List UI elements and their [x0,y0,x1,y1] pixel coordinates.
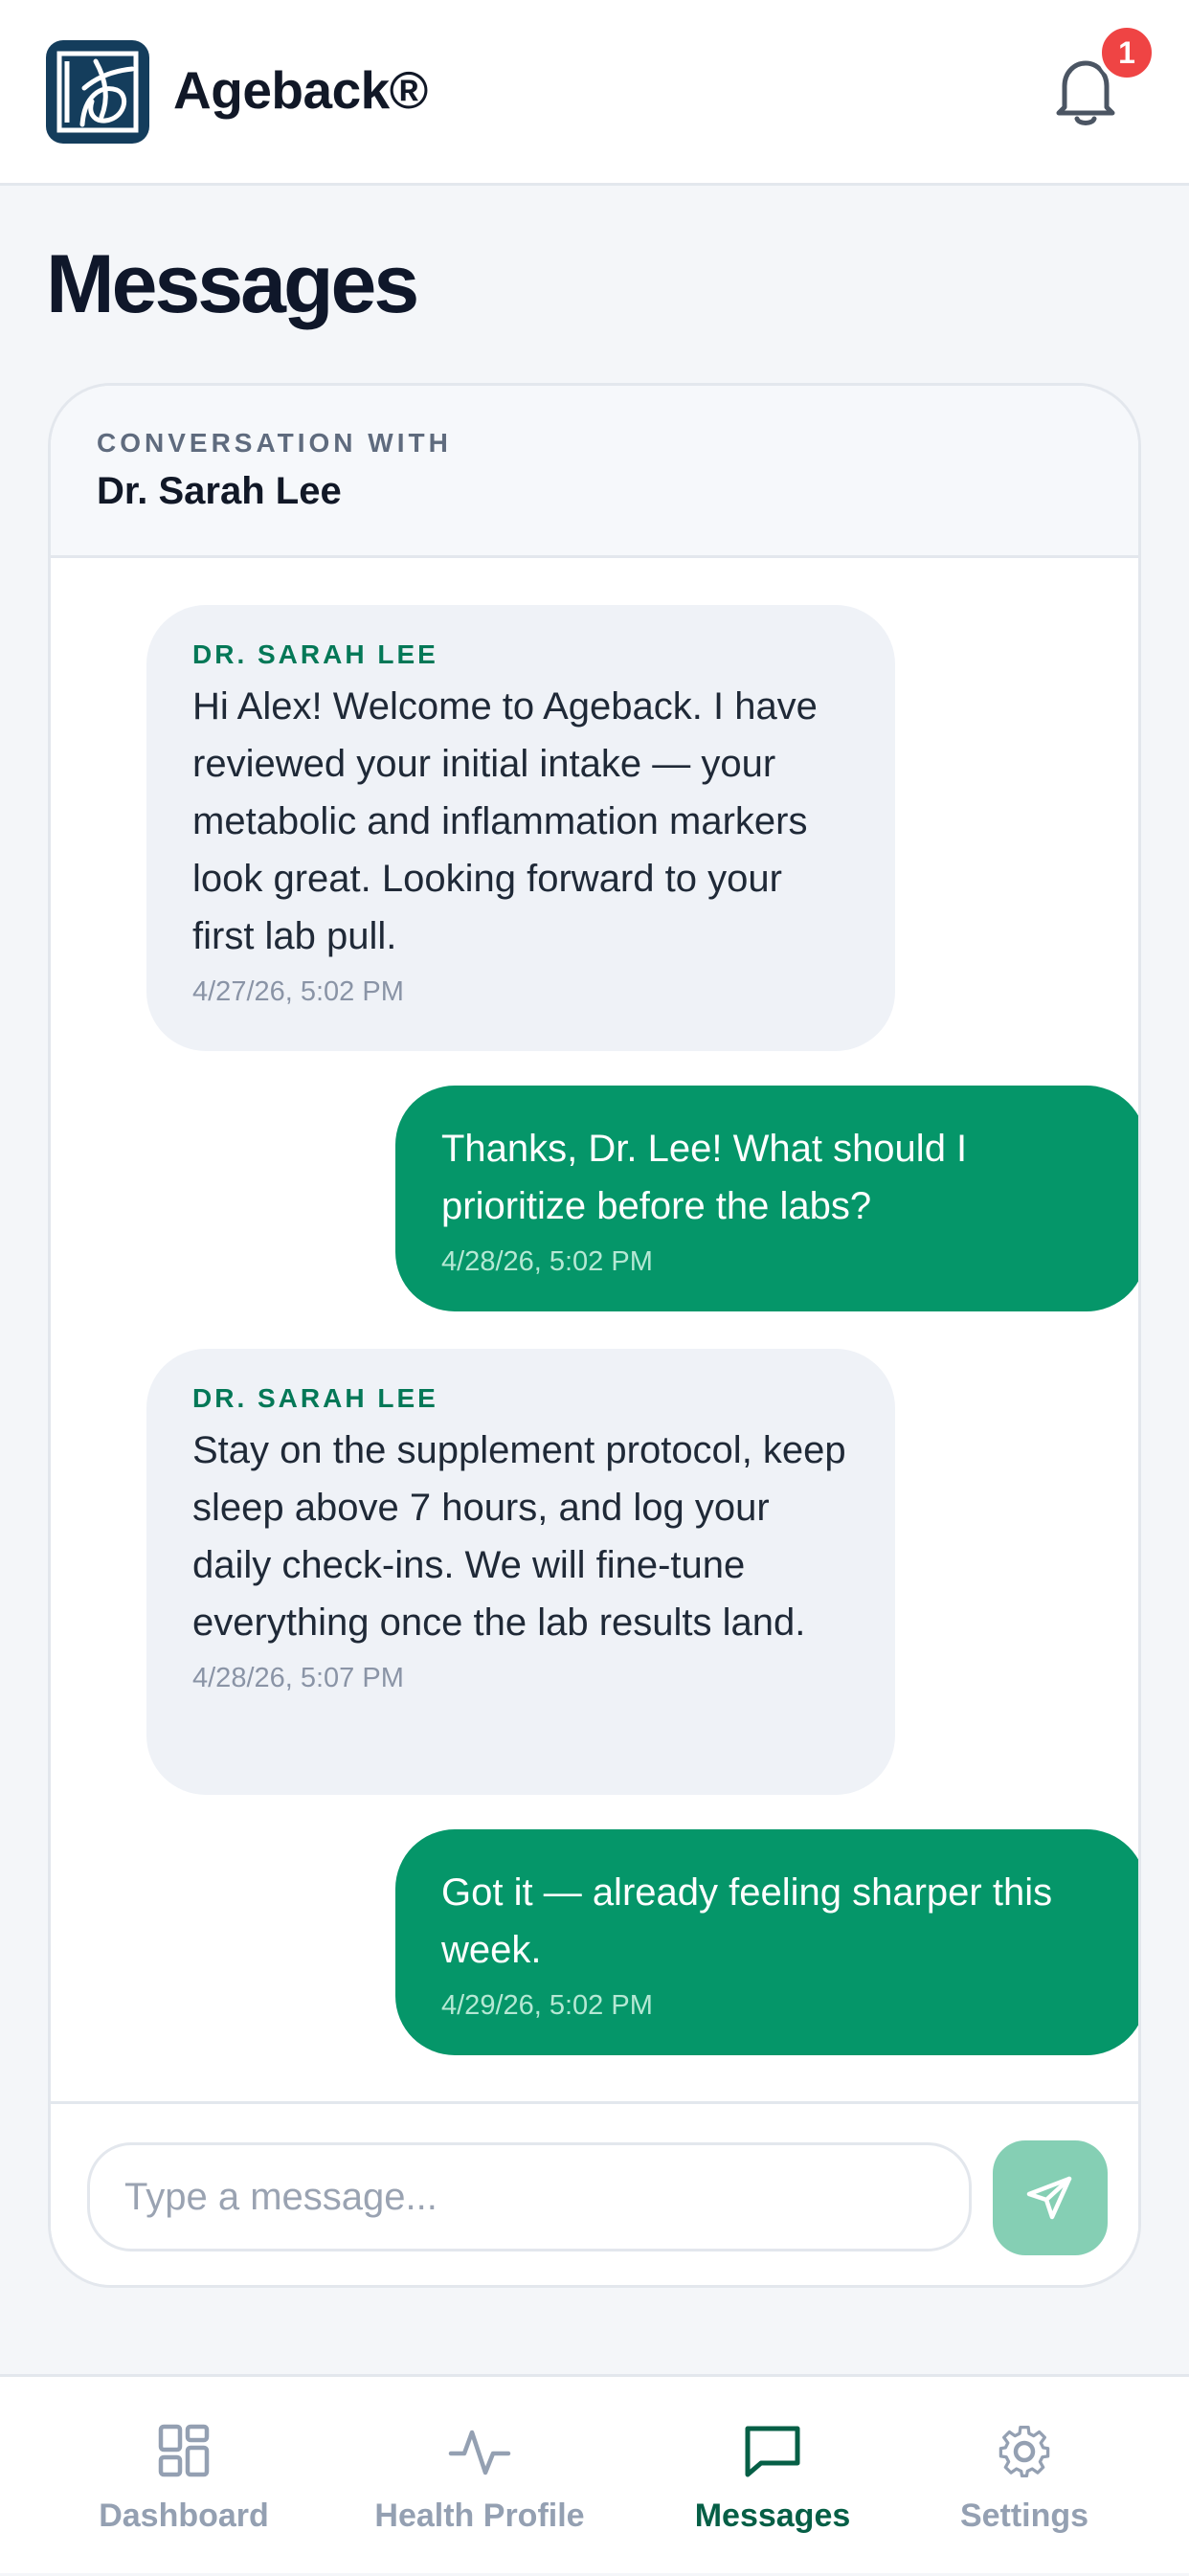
chat-icon [745,2426,800,2477]
bottom-tab-bar: Dashboard Health Profile Messages Settin… [0,2374,1189,2573]
tab-health-profile[interactable]: Health Profile [336,2377,623,2576]
tab-label: Dashboard [99,2498,269,2534]
message-timestamp: 4/28/26, 5:02 PM [441,1246,653,1277]
conversation-header: CONVERSATION WITH Dr. Sarah Lee [51,386,1138,558]
message-input[interactable] [87,2142,972,2251]
message-composer [51,2101,1138,2285]
tab-settings[interactable]: Settings [881,2377,1168,2576]
message-timestamp: 4/27/26, 5:02 PM [192,976,404,1007]
ageback-logo-icon [46,40,149,144]
message-bubble-outgoing: Thanks, Dr. Lee! What should I prioritiz… [395,1086,1138,1311]
gear-icon [998,2425,1050,2478]
message-sender: DR. SARAH LEE [192,1383,438,1413]
tab-label: Messages [694,2498,851,2534]
message-bubble-outgoing: Got it — already feeling sharper this we… [395,1829,1138,2055]
message-text: Stay on the supplement protocol, keep sl… [192,1429,846,1644]
message-text: Got it — already feeling sharper this we… [441,1871,1053,1971]
notification-badge[interactable]: 1 [1097,23,1156,82]
conversation-label: CONVERSATION WITH [97,428,452,458]
conversation-card: CONVERSATION WITH Dr. Sarah Lee DR. SARA… [48,383,1141,2288]
activity-icon [448,2430,511,2475]
tab-label: Health Profile [374,2498,585,2534]
tab-label: Settings [959,2498,1089,2534]
message-timestamp: 4/29/26, 5:02 PM [441,1990,653,2021]
message-bubble-incoming: DR. SARAH LEE Hi Alex! Welcome to Agebac… [146,605,895,1051]
tab-messages[interactable]: Messages [629,2377,916,2576]
message-bubble-incoming: DR. SARAH LEE Stay on the supplement pro… [146,1349,895,1795]
message-text: Thanks, Dr. Lee! What should I prioritiz… [441,1128,968,1227]
app-header: Ageback® 1 [0,0,1189,186]
send-icon [1026,2176,1072,2220]
message-text: Hi Alex! Welcome to Ageback. I have revi… [192,685,818,957]
dashboard-icon [158,2424,210,2477]
page-title: Messages [46,238,419,330]
send-button[interactable] [993,2140,1108,2255]
message-timestamp: 4/28/26, 5:07 PM [192,1663,404,1693]
brand-name: Ageback® [173,60,428,120]
tab-dashboard[interactable]: Dashboard [40,2377,327,2576]
message-sender: DR. SARAH LEE [192,639,438,669]
conversation-contact-name: Dr. Sarah Lee [97,470,342,512]
